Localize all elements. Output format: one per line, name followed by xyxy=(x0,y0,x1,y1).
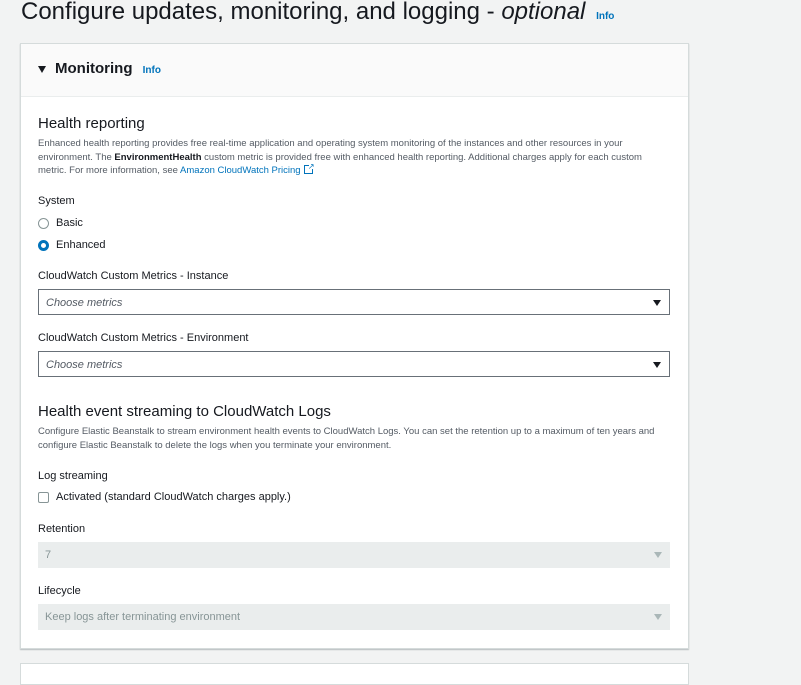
health-reporting-heading: Health reporting xyxy=(38,115,145,132)
retention-value: 7 xyxy=(45,549,52,561)
retention-label: Retention xyxy=(38,523,86,535)
system-label: System xyxy=(38,195,75,207)
health-streaming-description: Configure Elastic Beanstalk to stream en… xyxy=(38,426,655,451)
radio-enhanced[interactable] xyxy=(38,240,49,251)
monitoring-title: Monitoring Info xyxy=(55,60,161,80)
environment-metrics-placeholder: Choose metrics xyxy=(46,359,123,371)
instance-metrics-select[interactable]: Choose metrics xyxy=(38,289,670,315)
external-link-icon[interactable] xyxy=(303,160,315,174)
monitoring-panel-header[interactable]: Monitoring Info xyxy=(21,44,688,97)
instance-metrics-placeholder: Choose metrics xyxy=(46,297,123,309)
page-title-text: Configure updates, monitoring, and loggi… xyxy=(21,0,502,25)
dropdown-arrow-icon xyxy=(653,300,661,306)
monitoring-info-link[interactable]: Info xyxy=(143,65,161,76)
monitoring-panel: Monitoring Info Health reporting Enhance… xyxy=(20,43,689,649)
page-title-optional: optional xyxy=(501,0,586,25)
radio-basic[interactable] xyxy=(38,218,49,229)
dropdown-arrow-icon xyxy=(654,614,662,620)
health-streaming-heading: Health event streaming to CloudWatch Log… xyxy=(38,403,331,420)
page-info-link[interactable]: Info xyxy=(596,11,614,22)
dropdown-arrow-icon xyxy=(653,362,661,368)
radio-basic-label[interactable]: Basic xyxy=(56,216,83,230)
page-title: Configure updates, monitoring, and loggi… xyxy=(21,0,614,33)
environment-metrics-select[interactable]: Choose metrics xyxy=(38,351,670,377)
lifecycle-value: Keep logs after terminating environment xyxy=(45,611,241,623)
lifecycle-select: Keep logs after terminating environment xyxy=(38,604,670,630)
caret-down-icon[interactable] xyxy=(38,66,46,73)
radio-enhanced-label[interactable]: Enhanced xyxy=(56,238,106,252)
retention-select: 7 xyxy=(38,542,670,568)
log-streaming-label: Log streaming xyxy=(38,470,108,482)
health-reporting-desc-bold: EnvironmentHealth xyxy=(114,151,202,163)
health-reporting-description: Enhanced health reporting provides free … xyxy=(38,137,663,178)
lifecycle-label: Lifecycle xyxy=(38,585,81,597)
cloudwatch-pricing-link[interactable]: Amazon CloudWatch Pricing xyxy=(180,165,301,176)
next-panel xyxy=(20,663,689,685)
log-streaming-checkbox[interactable] xyxy=(38,492,49,503)
monitoring-title-text: Monitoring xyxy=(55,60,133,77)
log-streaming-checkbox-label[interactable]: Activated (standard CloudWatch charges a… xyxy=(56,490,291,504)
dropdown-arrow-icon xyxy=(654,552,662,558)
instance-metrics-label: CloudWatch Custom Metrics - Instance xyxy=(38,270,229,282)
environment-metrics-label: CloudWatch Custom Metrics - Environment xyxy=(38,332,249,344)
